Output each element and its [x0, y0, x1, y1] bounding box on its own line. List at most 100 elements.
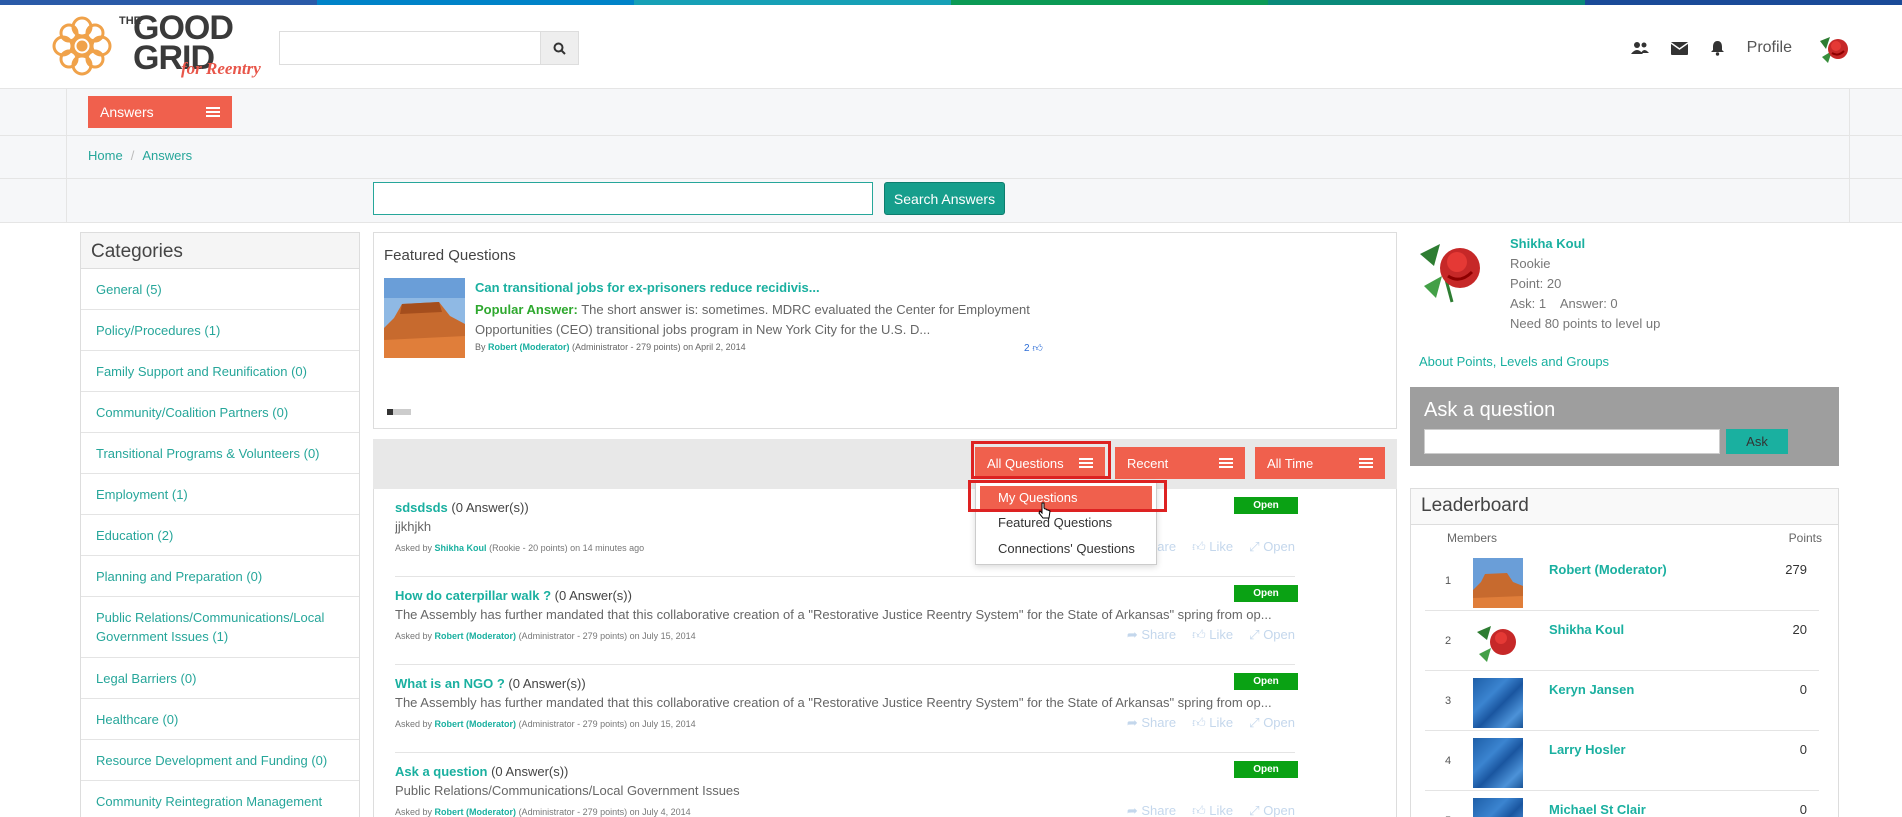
header-search	[279, 31, 579, 65]
open-action[interactable]: ⤢ Open	[1249, 627, 1295, 643]
leaderboard-title: Leaderboard	[1411, 489, 1838, 525]
share-action[interactable]: ➦ Share	[1127, 803, 1176, 817]
profile-card: Shikha Koul Rookie Point: 20 Ask: 1 Answ…	[1410, 232, 1840, 377]
share-action[interactable]: ➦ Share	[1127, 627, 1176, 643]
profile-info: Shikha Koul Rookie Point: 20 Ask: 1 Answ…	[1510, 234, 1660, 334]
featured-author-link[interactable]: Robert (Moderator)	[488, 342, 570, 352]
search-icon	[553, 42, 566, 55]
member-avatar[interactable]	[1473, 798, 1523, 817]
thumbs-up-icon: 👍︎	[1192, 627, 1206, 642]
breadcrumb-separator: /	[130, 148, 135, 163]
category-item[interactable]: Public Relations/Communications/Local Go…	[81, 597, 359, 658]
question-actions: ➦ Share 👍︎ Like ⤢ Open	[1127, 803, 1295, 817]
like-action[interactable]: 👍︎ Like	[1192, 539, 1233, 555]
profile-name[interactable]: Shikha Koul	[1510, 234, 1660, 254]
question-answer-count: (0 Answer(s))	[491, 764, 569, 779]
ask-question-input[interactable]	[1424, 429, 1720, 454]
header-search-input[interactable]	[280, 32, 540, 64]
mail-icon[interactable]	[1670, 41, 1688, 55]
ask-question-panel: Ask a question Ask	[1410, 387, 1839, 466]
ask-title: Ask a question	[1424, 399, 1556, 421]
leaderboard-header: Members Points	[1447, 531, 1822, 545]
category-item[interactable]: Planning and Preparation (0)	[81, 556, 359, 597]
answer-search-input[interactable]	[373, 182, 873, 215]
member-avatar[interactable]	[1473, 558, 1523, 608]
featured-question-link[interactable]: Can transitional jobs for ex-prisoners r…	[475, 280, 820, 295]
profile-link[interactable]: Profile	[1747, 39, 1792, 57]
connections-icon[interactable]	[1630, 41, 1649, 55]
member-points: 0	[1799, 682, 1807, 697]
member-avatar[interactable]	[1473, 678, 1523, 728]
category-item[interactable]: Employment (1)	[81, 474, 359, 515]
question-title-line: How do caterpillar walk ? (0 Answer(s))	[395, 588, 632, 603]
category-item[interactable]: Resource Development and Funding (0)	[81, 740, 359, 781]
like-action[interactable]: 👍︎ Like	[1192, 715, 1233, 731]
category-item[interactable]: Policy/Procedures (1)	[81, 310, 359, 351]
ask-button[interactable]: Ask	[1726, 429, 1788, 454]
leaderboard-row: 1 Robert (Moderator) 279	[1425, 551, 1819, 611]
profile-avatar[interactable]	[1414, 232, 1490, 306]
question-author-link[interactable]: Robert (Moderator)	[435, 631, 517, 641]
breadcrumb: Home / Answers	[88, 148, 192, 163]
thumbs-up-icon: 👍︎	[1192, 715, 1206, 730]
subnav-band: Answers	[0, 89, 1902, 136]
member-name-link[interactable]: Larry Hosler	[1549, 742, 1626, 757]
category-item[interactable]: Legal Barriers (0)	[81, 658, 359, 699]
categories-list: General (5) Policy/Procedures (1) Family S…	[81, 269, 359, 817]
like-action[interactable]: 👍︎ Like	[1192, 627, 1233, 643]
member-name-link[interactable]: Keryn Jansen	[1549, 682, 1634, 697]
answers-menu-button[interactable]: Answers	[88, 96, 232, 128]
question-title-link[interactable]: How do caterpillar walk ?	[395, 588, 551, 603]
question-author-link[interactable]: Robert (Moderator)	[435, 807, 517, 817]
featured-likes[interactable]: 2 👍︎	[1024, 342, 1043, 354]
open-label: Open	[1263, 803, 1295, 817]
member-name-link[interactable]: Shikha Koul	[1549, 622, 1624, 637]
featured-answer-line2: Opportunities (CEO) transitional jobs pr…	[475, 322, 931, 337]
search-answers-button[interactable]: Search Answers	[884, 182, 1005, 215]
about-points-link[interactable]: About Points, Levels and Groups	[1419, 354, 1609, 369]
dropdown-featured-questions[interactable]: Featured Questions	[976, 510, 1156, 536]
question-author-link[interactable]: Robert (Moderator)	[435, 719, 517, 729]
site-logo[interactable]: THEGOOD GRID for Reentry	[47, 9, 267, 85]
featured-title: Featured Questions	[384, 247, 516, 264]
bell-icon[interactable]	[1710, 40, 1725, 56]
carousel-dot[interactable]	[405, 409, 411, 415]
all-time-filter[interactable]: All Time	[1255, 447, 1385, 479]
category-item[interactable]: General (5)	[81, 269, 359, 310]
category-item[interactable]: Education (2)	[81, 515, 359, 556]
expand-icon: ⤢	[1249, 803, 1260, 817]
question-answer-count: (0 Answer(s))	[508, 676, 586, 691]
breadcrumb-current[interactable]: Answers	[142, 148, 192, 163]
categories-panel: Categories General (5) Policy/Procedures …	[80, 232, 360, 817]
member-avatar[interactable]	[1473, 738, 1523, 788]
question-title-link[interactable]: Ask a question	[395, 764, 487, 779]
category-item[interactable]: Healthcare (0)	[81, 699, 359, 740]
header-search-button[interactable]	[540, 32, 578, 64]
highlight-all-questions	[971, 441, 1111, 479]
breadcrumb-home[interactable]: Home	[88, 148, 123, 163]
expand-icon: ⤢	[1249, 539, 1260, 554]
user-avatar[interactable]	[1814, 29, 1852, 67]
recent-filter[interactable]: Recent	[1115, 447, 1245, 479]
open-action[interactable]: ⤢ Open	[1249, 539, 1295, 555]
category-item[interactable]: Community/Coalition Partners (0)	[81, 392, 359, 433]
category-item[interactable]: Community Reintegration Management	[81, 781, 359, 817]
share-action[interactable]: ➦ Share	[1127, 715, 1176, 731]
open-label: Open	[1263, 627, 1295, 642]
member-name-link[interactable]: Michael St Clair	[1549, 802, 1646, 817]
category-item[interactable]: Transitional Programs & Volunteers (0)	[81, 433, 359, 474]
share-icon: ➦	[1126, 715, 1138, 730]
member-rank: 4	[1445, 755, 1452, 767]
member-avatar[interactable]	[1473, 618, 1523, 668]
question-author-link[interactable]: Shikha Koul	[435, 543, 487, 553]
open-action[interactable]: ⤢ Open	[1249, 715, 1295, 731]
member-points: 0	[1799, 802, 1807, 817]
like-action[interactable]: 👍︎ Like	[1192, 803, 1233, 817]
member-name-link[interactable]: Robert (Moderator)	[1549, 562, 1667, 577]
question-title-link[interactable]: sdsdsds	[395, 500, 448, 515]
category-item[interactable]: Family Support and Reunification (0)	[81, 351, 359, 392]
open-action[interactable]: ⤢ Open	[1249, 803, 1295, 817]
question-title-link[interactable]: What is an NGO ?	[395, 676, 505, 691]
question-item: Ask a question (0 Answer(s)) Public Relat…	[395, 753, 1298, 817]
dropdown-connections-questions[interactable]: Connections' Questions	[976, 536, 1156, 562]
